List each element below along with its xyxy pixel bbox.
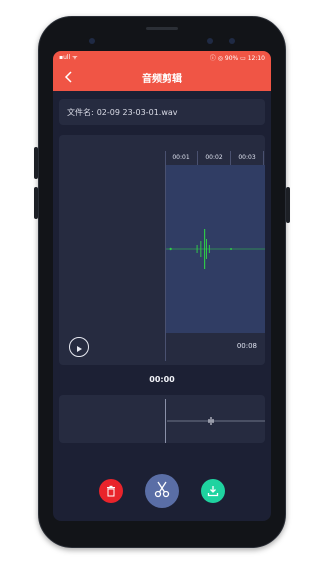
download-icon (207, 482, 219, 501)
status-bar: ▪ull ᯤ ⓘ ◎ 90% ▭ 12:10 (53, 51, 271, 63)
delete-button[interactable] (99, 479, 123, 503)
timeline-tick: 00:03 (231, 151, 264, 165)
file-name-label: 文件名: (67, 107, 94, 117)
cut-button[interactable] (145, 474, 179, 508)
timeline-ruler: 00:01 00:02 00:03 (165, 151, 265, 165)
play-icon (75, 338, 83, 357)
total-duration: 00:08 (236, 342, 257, 350)
timeline-tick: 00:01 (165, 151, 198, 165)
chevron-left-icon[interactable] (61, 69, 75, 85)
status-right: ⓘ ◎ 90% ▭ 12:10 (209, 54, 265, 62)
waveform-panel[interactable]: 00:01 00:02 00:03 00:08 (59, 135, 265, 365)
page-title: 音频剪辑 (142, 73, 182, 85)
scissors-icon (153, 480, 171, 502)
export-button[interactable] (201, 479, 225, 503)
file-name-card: 文件名: 02-09 23-03-01.wav (59, 99, 265, 125)
overview-waveform-graphic (167, 417, 265, 425)
volume-button-lower (34, 187, 38, 219)
earpiece (146, 27, 178, 30)
file-name-value: 02-09 23-03-01.wav (96, 107, 178, 117)
overview-playhead[interactable] (165, 399, 166, 443)
front-camera (89, 38, 95, 44)
sensor (229, 38, 235, 44)
overview-waveform[interactable] (59, 395, 265, 443)
title-bar: 音频剪辑 (53, 63, 271, 91)
volume-button (34, 147, 38, 179)
current-time: 00:00 (149, 375, 175, 384)
waveform-graphic (165, 229, 265, 269)
action-toolbar (53, 471, 271, 511)
trash-icon (105, 482, 117, 501)
power-button (286, 187, 290, 223)
app-screen: ▪ull ᯤ ⓘ ◎ 90% ▭ 12:10 音频剪辑 文件名: 02-09 2… (53, 51, 271, 521)
status-left: ▪ull ᯤ (59, 54, 78, 61)
phone-frame: ▪ull ᯤ ⓘ ◎ 90% ▭ 12:10 音频剪辑 文件名: 02-09 2… (34, 16, 290, 548)
timeline-tick: 00:02 (198, 151, 231, 165)
playhead-line[interactable] (165, 151, 166, 361)
waveform-area[interactable] (165, 165, 265, 333)
play-button[interactable] (69, 337, 89, 357)
front-camera-secondary (207, 38, 213, 44)
